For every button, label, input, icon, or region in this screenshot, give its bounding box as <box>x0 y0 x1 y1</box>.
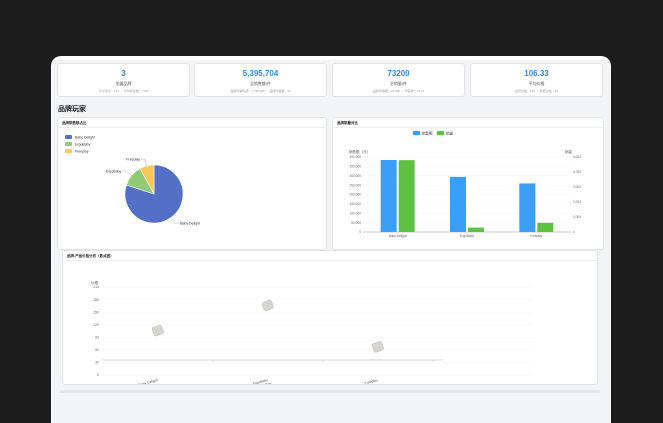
legend-label: Freeplay <box>75 150 89 154</box>
x-axis-label: 品牌 <box>265 382 273 384</box>
stat-sub: 品牌均销售额：1,798,568 ｜ 品牌均销量：36 <box>230 89 291 93</box>
y-tick-label: 400,000 <box>349 155 361 159</box>
y-tick-label-right: 0 <box>573 230 575 234</box>
stat-value: 73200 <box>387 69 410 78</box>
y-tick-label: 150 <box>93 310 99 314</box>
y-tick-label: 120 <box>93 323 99 327</box>
product-point <box>151 324 164 337</box>
pie-label-line <box>122 170 132 176</box>
legend-swatch <box>413 131 420 135</box>
dashboard-content: 3 加盟品牌 平均评分：4.27 ｜ 平均评论数：7743 5,395,704 … <box>52 60 610 423</box>
legend-swatch <box>437 131 444 135</box>
bar-sales-volume <box>398 160 415 232</box>
chart-title: 品牌销量对比 <box>337 121 358 125</box>
y-tick-label: 50,000 <box>351 221 361 225</box>
y-tick-label-right: 1,000 <box>573 215 581 219</box>
section-title: 品牌玩家 <box>58 106 86 113</box>
stat-sub: 平均评分：4.27 ｜ 平均评论数：7743 <box>98 89 149 93</box>
bar-sales-volume <box>468 227 484 232</box>
divider <box>63 260 597 261</box>
y-tick-label: 350,000 <box>349 165 361 169</box>
x-tick-label: ErgoBaby <box>460 234 474 238</box>
y-axis-label: 销售额（元） <box>349 149 370 154</box>
pie-label-line <box>170 217 180 224</box>
x-tick-label: Freeplay <box>364 378 378 384</box>
legend-swatch <box>65 142 72 146</box>
y-tick-label: 200,000 <box>349 193 361 197</box>
y-tick-label: 300,000 <box>349 174 361 178</box>
stat-card-brands: 3 加盟品牌 平均评分：4.27 ｜ 平均评论数：7743 <box>57 63 190 97</box>
y-tick-label: 150,000 <box>349 202 361 206</box>
y-axis-label-right: 销量 <box>565 149 573 154</box>
y-tick-label: 60 <box>95 348 99 352</box>
stat-sub: 品牌均销量：24,400 ｜ 均客单：73.71 <box>372 89 425 93</box>
legend-swatch <box>65 149 72 153</box>
legend-label: Baby Delight <box>75 136 95 140</box>
pie-chart: Baby Delight ErgoBaby Freeplay Baby Delight… <box>65 135 200 225</box>
y-tick-label: 210 <box>93 285 99 289</box>
legend-label: ErgoBaby <box>75 143 91 147</box>
chart-title: 品牌-产品价格分布（散点图） <box>67 254 114 258</box>
legend-label: 销量 <box>446 130 454 135</box>
pie-label: Baby Delight <box>180 221 200 225</box>
divider <box>58 127 326 128</box>
bar-sales-amount <box>380 160 397 232</box>
product-point <box>261 299 274 311</box>
y-tick-label: 0 <box>359 230 361 234</box>
bar-sales-amount <box>519 183 536 232</box>
legend-swatch <box>65 135 72 139</box>
stat-label: 加盟品牌 <box>115 81 132 86</box>
stat-sub: 最高价格：165 ｜ 最低价格：66 <box>514 89 558 93</box>
pie-label-line <box>141 158 147 166</box>
y-tick-label-right: 2,000 <box>573 200 581 204</box>
product-point <box>371 341 384 353</box>
dashboard-panel: 3 加盟品牌 平均评分：4.27 ｜ 平均评论数：7743 5,395,704 … <box>51 56 611 423</box>
bar-sales-amount <box>450 176 466 232</box>
y-tick-label: 180 <box>93 298 99 302</box>
stat-card-revenue: 5,395,704 总销售额/件 品牌均销售额：1,798,568 ｜ 品牌均销… <box>194 63 327 97</box>
y-tick-label: 100,000 <box>349 211 361 215</box>
y-tick-label-right: 5,000 <box>573 155 581 159</box>
y-tick-label-right: 3,000 <box>573 185 581 189</box>
pie-chart-card: 品牌销售额占比 Baby Delight ErgoBaby Freeplay Baby… <box>57 117 327 250</box>
scatter-chart: 价格0306090120150180210Baby Delight ErgoBab… <box>91 280 533 384</box>
stat-value: 3 <box>121 69 126 78</box>
bottom-divider <box>60 390 600 393</box>
scatter-chart-card: 品牌-产品价格分布（散点图） 价格 0 30 60 90 120 150 180 210 Baby… <box>62 250 598 385</box>
bar-sales-volume <box>537 222 554 232</box>
stat-card-sales: 73200 总销量/件 品牌均销量：24,400 ｜ 均客单：73.71 <box>332 63 465 97</box>
y-tick-label: 250,000 <box>349 183 361 187</box>
divider <box>333 127 603 128</box>
stat-value: 5,395,704 <box>242 69 279 78</box>
bar-chart: 销售额 销量销售额（元） 销量050,000100,000150,000200,00… <box>349 130 581 238</box>
bar-chart-card: 品牌销量对比 销售额 销量 销售额（元） 销量 0 50,000 100,000 150,00… <box>332 117 604 250</box>
x-tick-label: Freeplay <box>530 234 543 238</box>
chart-title: 品牌销售额占比 <box>62 121 87 125</box>
stat-card-price: 106.33 平均价格 最高价格：165 ｜ 最低价格：66 <box>470 63 603 97</box>
x-tick-label: Baby Delight <box>389 234 407 238</box>
pie-label: Freeplay <box>126 157 140 161</box>
stat-value: 106.33 <box>524 69 549 78</box>
y-tick-label: 0 <box>97 373 99 377</box>
y-tick-label-right: 4,000 <box>573 170 581 174</box>
stat-label: 总销售额/件 <box>249 81 272 86</box>
stat-label: 平均价格 <box>528 81 545 86</box>
y-tick-label: 30 <box>95 361 99 365</box>
device-frame: 3 加盟品牌 平均评分：4.27 ｜ 平均评论数：7743 5,395,704 … <box>0 0 663 423</box>
pie-label: ErgoBaby <box>106 169 122 173</box>
legend-label: 销售额 <box>422 130 433 135</box>
stat-label: 总销量/件 <box>389 81 408 86</box>
y-tick-label: 90 <box>95 335 99 339</box>
x-tick-label: Baby Delight <box>138 378 158 384</box>
